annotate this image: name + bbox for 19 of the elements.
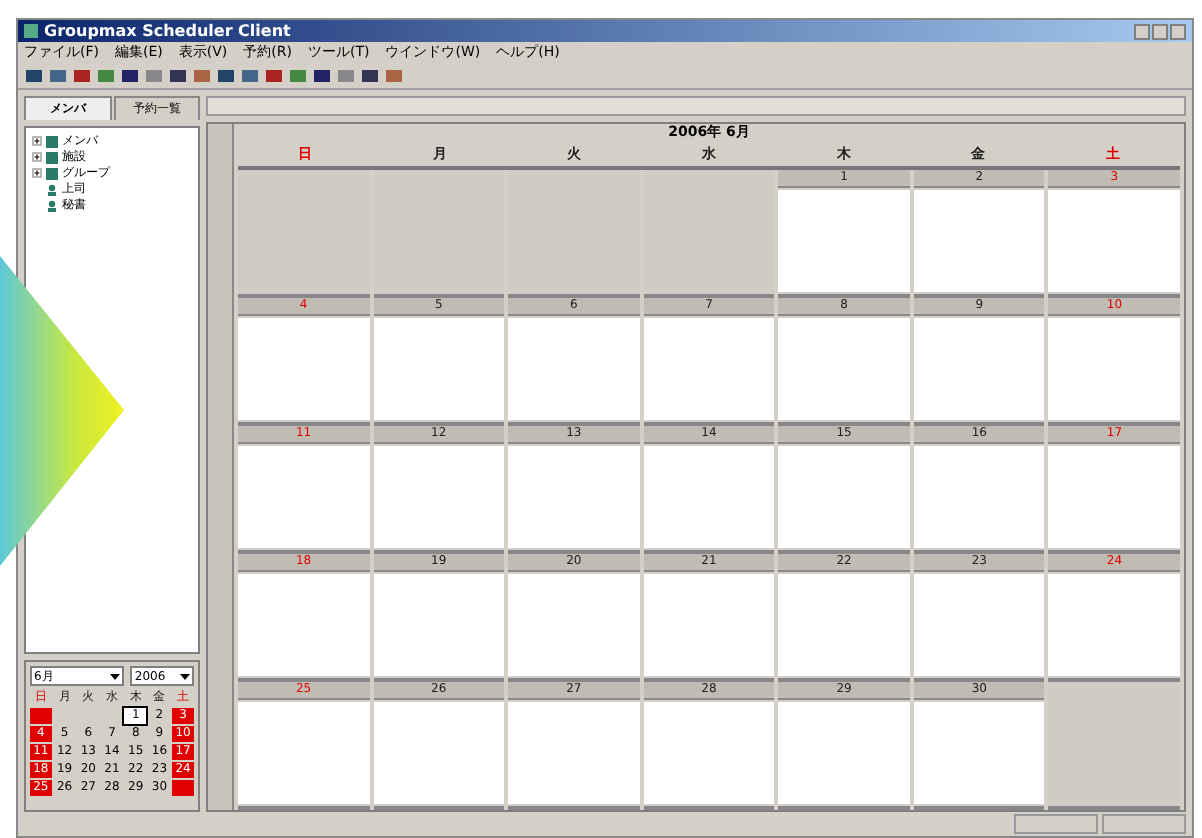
expand-icon[interactable] <box>32 136 42 146</box>
person-icon <box>46 183 58 195</box>
dropdown-arrow-icon[interactable] <box>110 671 121 681</box>
expand-icon[interactable] <box>32 168 42 178</box>
minimize-button[interactable] <box>1134 23 1150 39</box>
status-pane <box>1102 814 1186 834</box>
maximize-button[interactable] <box>1152 23 1168 39</box>
status-pane <box>1014 814 1098 834</box>
expand-icon[interactable] <box>32 152 42 162</box>
day-cell[interactable] <box>238 170 370 298</box>
day-cell[interactable] <box>373 170 505 298</box>
day-cell[interactable] <box>643 170 775 298</box>
day-cell[interactable] <box>508 170 640 298</box>
day-cell[interactable] <box>1048 682 1180 810</box>
window-title: Groupmax Scheduler Client <box>44 22 293 40</box>
app-icon <box>24 24 38 38</box>
person-icon <box>46 199 58 211</box>
close-button[interactable] <box>1170 23 1186 39</box>
dropdown-arrow-icon[interactable] <box>180 671 190 681</box>
